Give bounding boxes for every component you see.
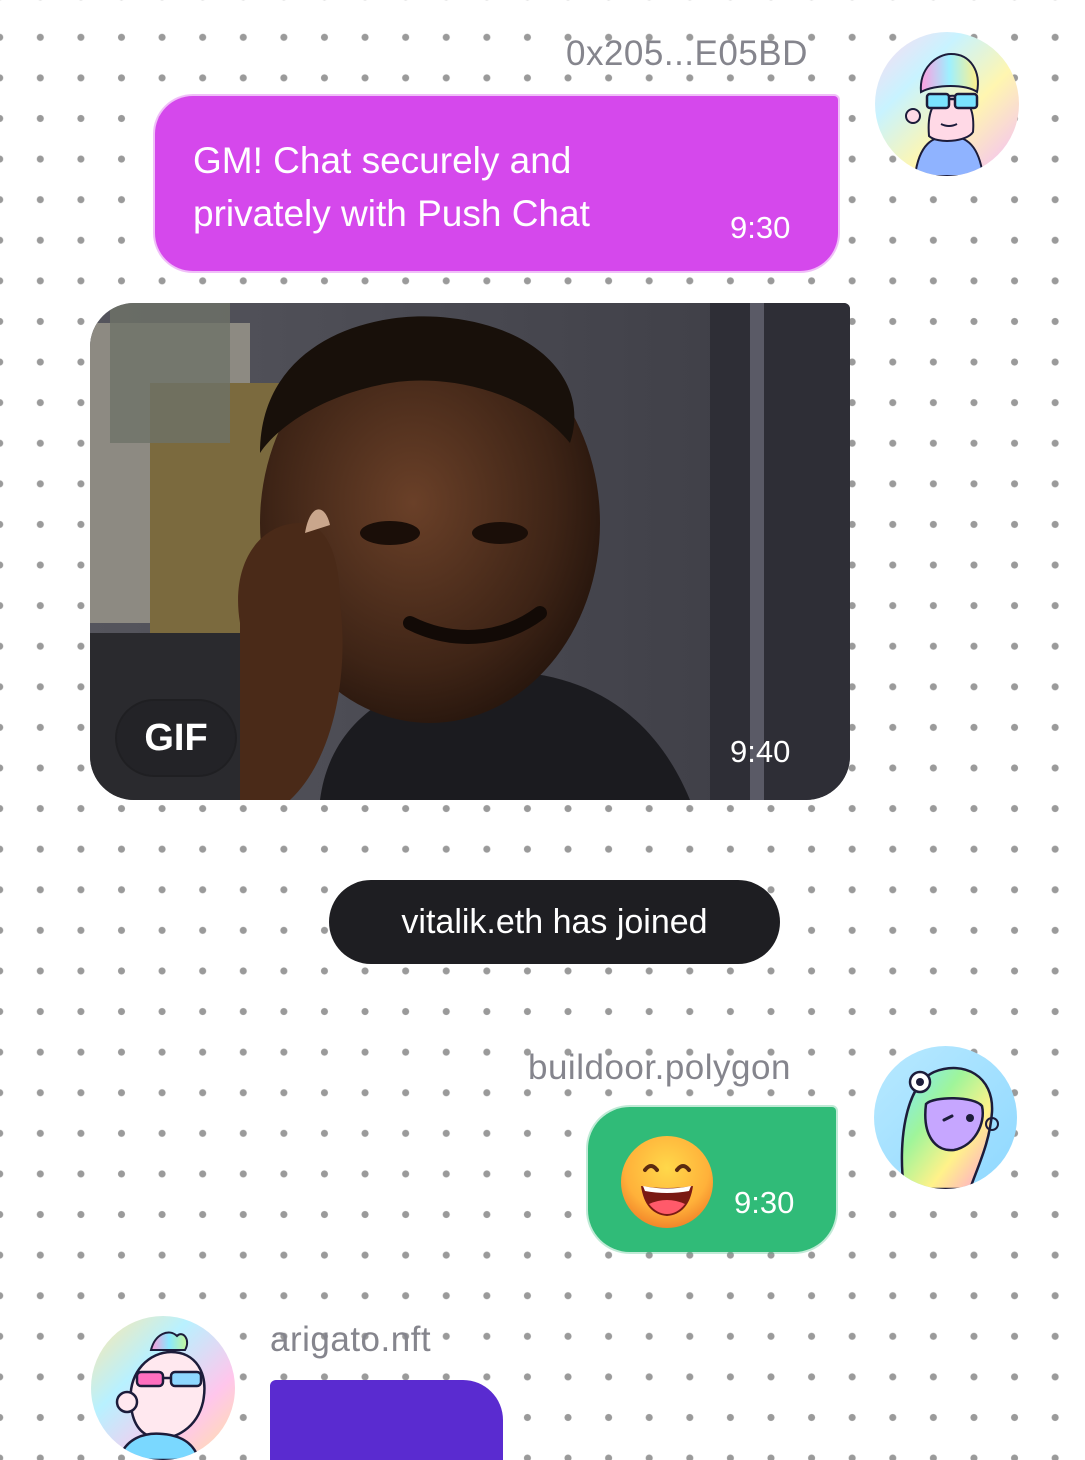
sender-name: 0x205...E05BD xyxy=(566,34,808,73)
message-text: GM! Chat securely and privately with Pus… xyxy=(193,140,590,234)
message-time: 9:40 xyxy=(730,734,791,769)
gif-message[interactable]: GIF 9:40 xyxy=(90,303,850,800)
gif-badge: GIF xyxy=(117,701,235,775)
grinning-face-emoji-icon xyxy=(621,1136,713,1228)
message-time: 9:30 xyxy=(734,1185,795,1220)
sender-name: arigato.nft xyxy=(270,1320,432,1359)
message-bubble[interactable] xyxy=(270,1380,503,1460)
pfp-bird-sunglasses-icon xyxy=(91,1316,235,1460)
system-message: vitalik.eth has joined xyxy=(329,880,780,964)
message-bubble[interactable]: 9:30 xyxy=(588,1107,836,1252)
sender-name: buildoor.polygon xyxy=(528,1048,791,1087)
message-bubble[interactable]: GM! Chat securely and privately with Pus… xyxy=(155,96,838,271)
avatar[interactable] xyxy=(874,1046,1017,1189)
pfp-dino-rainbow-icon xyxy=(874,1046,1017,1189)
message-time: 9:30 xyxy=(730,210,791,245)
avatar[interactable] xyxy=(875,32,1019,176)
avatar[interactable] xyxy=(91,1316,235,1460)
pfp-glasses-hoodie-icon xyxy=(875,32,1019,176)
